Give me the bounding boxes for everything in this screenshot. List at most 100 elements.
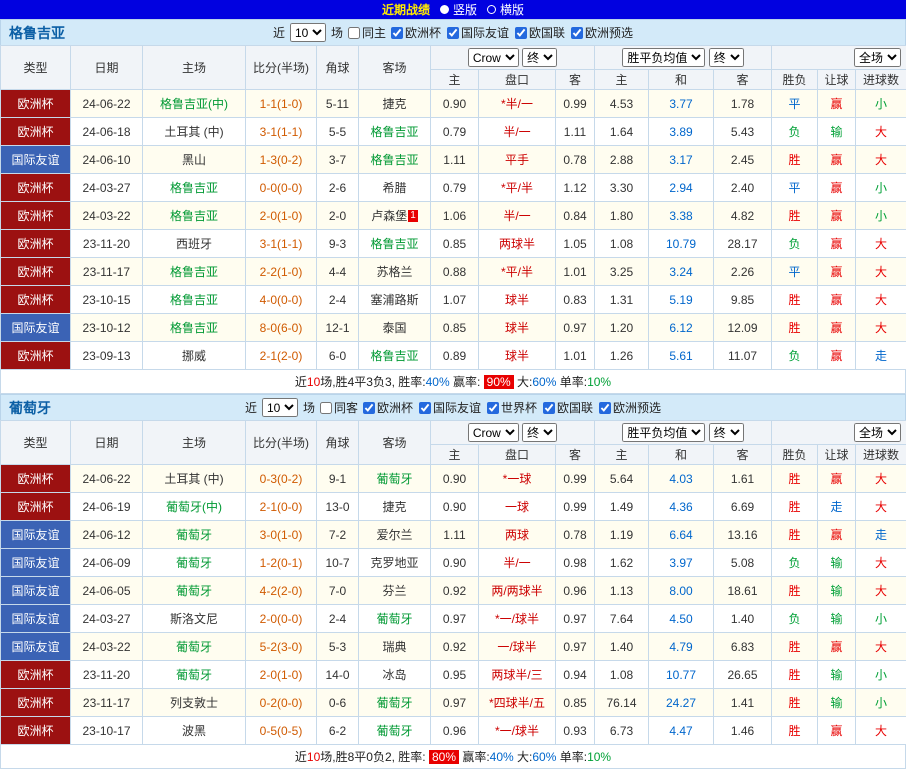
team-header: 葡萄牙 近 10 场 同客 欧洲杯国际友谊世界杯欧国联欧洲预选	[0, 394, 906, 420]
avg-draw: 10.77	[649, 661, 714, 689]
competition-label: 欧国联	[557, 399, 593, 416]
match-date: 23-10-17	[71, 717, 143, 745]
match-date: 24-03-27	[71, 605, 143, 633]
match-type: 欧洲杯	[1, 174, 71, 202]
competition-filter[interactable]: 国际友谊	[419, 399, 481, 416]
score: 2-2(1-0)	[246, 258, 317, 286]
avg-away: 1.61	[714, 465, 772, 493]
avg-home: 5.64	[595, 465, 649, 493]
avg-final-select[interactable]: 终	[709, 423, 744, 442]
competition-filter[interactable]: 欧国联	[543, 399, 593, 416]
competition-filter[interactable]: 世界杯	[487, 399, 537, 416]
handicap-result: 赢	[818, 230, 856, 258]
avg-away: 9.85	[714, 286, 772, 314]
competition-checkbox[interactable]	[487, 402, 499, 414]
odds-provider-select[interactable]: Crow	[468, 423, 519, 442]
odds-provider-select[interactable]: Crow	[468, 48, 519, 67]
away-team: 瑞典	[359, 633, 431, 661]
competition-checkbox[interactable]	[571, 27, 583, 39]
team-header: 格鲁吉亚 近 10 场 同主 欧洲杯国际友谊欧国联欧洲预选	[0, 19, 906, 45]
odds-away: 0.78	[556, 146, 595, 174]
result: 平	[772, 258, 818, 286]
score: 0-5(0-5)	[246, 717, 317, 745]
avg-away: 12.09	[714, 314, 772, 342]
goals-verdict: 小	[856, 661, 906, 689]
scope-select[interactable]: 全场	[854, 423, 901, 442]
avg-home: 1.26	[595, 342, 649, 370]
radio-icon	[487, 5, 496, 14]
corners: 9-1	[317, 465, 359, 493]
competition-checkbox[interactable]	[543, 402, 555, 414]
score: 0-0(0-0)	[246, 174, 317, 202]
handicap: 球半	[479, 342, 556, 370]
away-team: 冰岛	[359, 661, 431, 689]
home-team: 葡萄牙(中)	[143, 493, 246, 521]
handicap-result: 赢	[818, 521, 856, 549]
avg-draw: 4.03	[649, 465, 714, 493]
odds-away: 0.84	[556, 202, 595, 230]
match-date: 24-03-22	[71, 202, 143, 230]
handicap: 球半	[479, 314, 556, 342]
odds-final-select[interactable]: 终	[522, 48, 557, 67]
col-corner: 角球	[317, 46, 359, 90]
handicap-result: 赢	[818, 717, 856, 745]
match-type: 国际友谊	[1, 314, 71, 342]
competition-filter[interactable]: 欧国联	[515, 24, 565, 41]
view-option-vertical[interactable]: 竖版	[440, 1, 477, 18]
competition-checkbox[interactable]	[363, 402, 375, 414]
summary-segment: 大:	[514, 748, 533, 765]
competition-filter[interactable]: 欧洲预选	[571, 24, 633, 41]
score: 4-0(0-0)	[246, 286, 317, 314]
competition-checkbox[interactable]	[599, 402, 611, 414]
avg-odds-select[interactable]: 胜平负均值	[622, 48, 705, 67]
odds-final-select[interactable]: 终	[522, 423, 557, 442]
view-option-horizontal[interactable]: 横版	[487, 1, 524, 18]
scope-select[interactable]: 全场	[854, 48, 901, 67]
handicap: 两球	[479, 521, 556, 549]
same-side-filter[interactable]: 同主	[348, 24, 386, 41]
avg-draw: 3.38	[649, 202, 714, 230]
competition-filter[interactable]: 欧洲杯	[391, 24, 441, 41]
competition-filter[interactable]: 欧洲预选	[599, 399, 661, 416]
col-odds-home: 主	[431, 445, 479, 465]
odds-away: 1.01	[556, 258, 595, 286]
away-team: 葡萄牙	[359, 689, 431, 717]
recent-count-select[interactable]: 10	[290, 23, 326, 42]
odds-home: 0.88	[431, 258, 479, 286]
home-team: 土耳其 (中)	[143, 118, 246, 146]
recent-count-select[interactable]: 10	[262, 398, 298, 417]
odds-home: 1.11	[431, 521, 479, 549]
match-date: 24-06-18	[71, 118, 143, 146]
avg-away: 1.41	[714, 689, 772, 717]
score: 2-0(1-0)	[246, 661, 317, 689]
goals-verdict: 大	[856, 465, 906, 493]
handicap-result: 赢	[818, 633, 856, 661]
competition-checkbox[interactable]	[391, 27, 403, 39]
competition-label: 国际友谊	[433, 399, 481, 416]
summary-segment: 40%	[490, 750, 514, 764]
avg-draw: 4.36	[649, 493, 714, 521]
competition-checkbox[interactable]	[447, 27, 459, 39]
summary-segment: 90%	[484, 375, 514, 389]
competition-filter[interactable]: 欧洲杯	[363, 399, 413, 416]
odds-away: 0.97	[556, 314, 595, 342]
col-date: 日期	[71, 46, 143, 90]
home-team: 葡萄牙	[143, 521, 246, 549]
competition-checkbox[interactable]	[419, 402, 431, 414]
competition-checkbox[interactable]	[515, 27, 527, 39]
avg-final-select[interactable]: 终	[709, 48, 744, 67]
same-side-checkbox[interactable]	[320, 402, 332, 414]
away-team: 泰国	[359, 314, 431, 342]
away-team: 葡萄牙	[359, 717, 431, 745]
same-side-filter[interactable]: 同客	[320, 399, 358, 416]
same-side-checkbox[interactable]	[348, 27, 360, 39]
result: 负	[772, 605, 818, 633]
games-label: 场	[303, 399, 315, 416]
avg-odds-select[interactable]: 胜平负均值	[622, 423, 705, 442]
summary-segment: 单率:	[556, 748, 587, 765]
team-section-georgia: 格鲁吉亚 近 10 场 同主 欧洲杯国际友谊欧国联欧洲预选 类型 日期 主场	[0, 19, 906, 394]
avg-away: 4.82	[714, 202, 772, 230]
match-type: 欧洲杯	[1, 90, 71, 118]
competition-filter[interactable]: 国际友谊	[447, 24, 509, 41]
handicap-result: 走	[818, 493, 856, 521]
